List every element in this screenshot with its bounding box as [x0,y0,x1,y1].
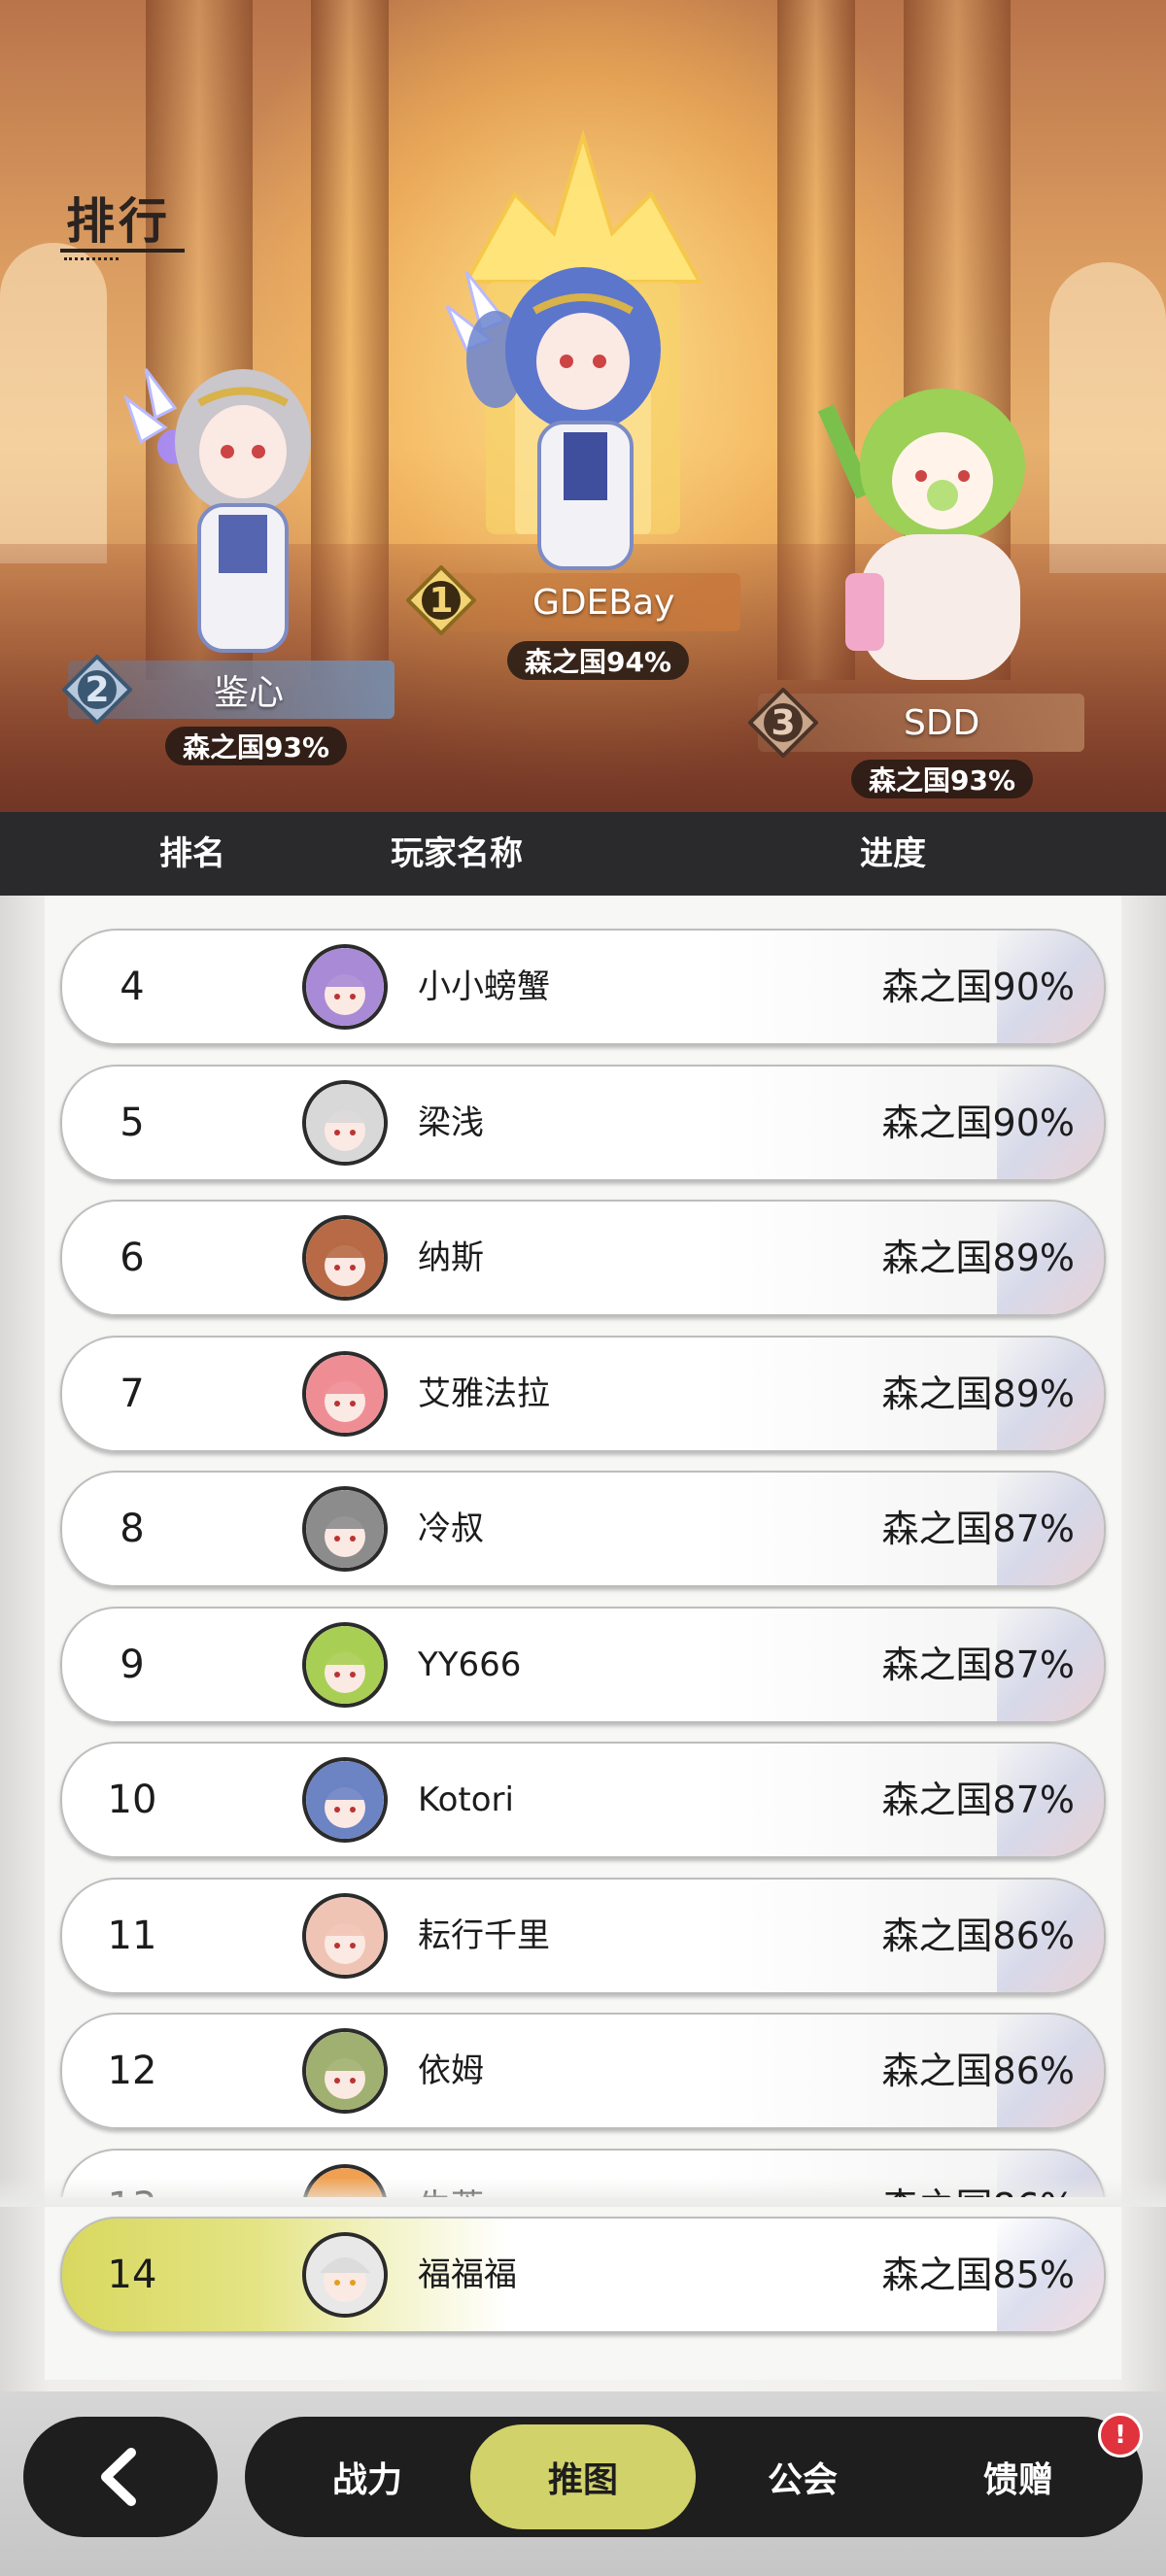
ranking-row[interactable]: 6 纳斯 森之国89% [60,1200,1106,1316]
rank-3-badge-icon: 3 [748,688,818,758]
player-progress: 森之国85% [881,2254,1075,2296]
row-rank: 8 [120,1507,145,1551]
player-progress: 森之国86% [881,1915,1075,1957]
player-progress: 森之国90% [881,966,1075,1008]
ranking-row[interactable]: 11 耘行千里 森之国86% [60,1878,1106,1994]
notification-badge: ! [1098,2413,1143,2457]
player-name: 艾雅法拉 [418,1374,550,1413]
row-rank: 12 [107,2049,157,2093]
player-progress: 森之国89% [881,1373,1075,1415]
player-name: 小小螃蟹 [418,967,550,1006]
ranking-rows-scroll[interactable]: 4 小小螃蟹 森之国90% 5 梁浅 森之国90% 6 纳斯 森之国89% 7 艾雅法拉 森之国89%… [0,896,1166,2197]
player-name: 耘行千里 [418,1916,550,1955]
rank-1-badge-icon: 1 [406,565,476,635]
player-name: 梁浅 [418,1103,484,1142]
tab-guild[interactable]: 公会 [690,2424,915,2529]
podium-banner: 排行 GDEBay 1 森之国94% 鉴心 2 森之国93% SDD 3 森之国… [0,0,1166,812]
player-avatar[interactable] [302,944,388,1030]
player-progress: 森之国86% [882,2151,1075,2197]
ranking-row[interactable]: 12 依姆 森之国86% [60,2013,1106,2129]
rank-1-character[interactable] [437,253,690,573]
player-name: 冷叔 [418,1509,484,1548]
ranking-tabs: 战力 推图 公会 馈赠 [245,2417,1143,2537]
rank-2-name: 鉴心 [214,673,285,713]
own-rank-row[interactable]: 14 福福福 森之国85% [60,2217,1106,2333]
player-name: 福福福 [418,2255,517,2294]
player-avatar[interactable] [302,1486,388,1572]
tab-stage-progress[interactable]: 推图 [470,2424,696,2529]
rank-1-progress: 森之国94% [507,641,690,680]
row-rank: 11 [107,1914,157,1958]
ranking-list[interactable]: 4 小小螃蟹 森之国90% 5 梁浅 森之国90% 6 纳斯 森之国89% 7 艾雅法拉 森之国89%… [0,896,1166,2391]
rank-3-character[interactable] [806,379,1049,690]
title-dots [64,257,119,260]
player-avatar[interactable] [302,1351,388,1437]
column-header-progress: 进度 [860,834,926,873]
column-header-rank: 排名 [159,834,225,873]
player-name: YY666 [418,1645,522,1684]
row-rank: 6 [120,1236,145,1280]
player-name: 纳斯 [418,1238,484,1277]
player-progress: 森之国87% [881,1508,1075,1550]
own-rank-row-wrap: 14 福福福 森之国85% [0,2197,1166,2391]
row-rank: 4 [120,965,145,1009]
player-avatar[interactable] [302,1080,388,1166]
column-header-player-name: 玩家名称 [391,834,523,873]
background-window [0,243,107,563]
player-progress: 森之国86% [881,2050,1075,2092]
rank-2-progress: 森之国93% [165,727,348,765]
rank-2-character[interactable] [107,350,340,661]
back-button[interactable] [23,2417,218,2537]
player-avatar[interactable] [302,1757,388,1843]
ranking-row[interactable]: 4 小小螃蟹 森之国90% [60,929,1106,1045]
ranking-row[interactable]: 10 Kotori 森之国87% [60,1742,1106,1858]
player-avatar[interactable] [302,2028,388,2114]
row-rank: 5 [120,1101,145,1145]
player-progress: 森之国87% [881,1779,1075,1821]
player-avatar[interactable] [302,2232,388,2318]
tab-gifts[interactable]: 馈赠 [906,2424,1131,2529]
row-rank: 10 [107,1778,157,1822]
player-progress: 森之国90% [881,1102,1075,1144]
title-underline [60,249,185,253]
player-avatar[interactable] [302,1215,388,1301]
player-avatar[interactable] [302,1893,388,1979]
tab-power[interactable]: 战力 [255,2424,480,2529]
row-rank: 9 [120,1643,145,1687]
row-rank: 14 [107,2253,157,2297]
ranking-row[interactable]: 9 YY666 森之国87% [60,1607,1106,1723]
row-rank: 7 [120,1372,145,1416]
ranking-row[interactable]: 8 冷叔 森之国87% [60,1471,1106,1587]
rank-2-badge-icon: 2 [62,655,132,725]
background-window [1049,262,1166,573]
back-arrow-icon [101,2448,136,2506]
player-avatar[interactable] [302,1622,388,1708]
player-progress: 森之国89% [881,1237,1075,1279]
rank-3-name: SDD [904,702,980,743]
player-name: Kotori [418,1780,514,1819]
player-progress: 森之国87% [881,1644,1075,1686]
page-title: 排行 [66,193,171,250]
player-name: 依姆 [418,2051,484,2090]
rank-3-progress: 森之国93% [851,760,1034,798]
rank-1-name: GDEBay [532,582,675,623]
ranking-row[interactable]: 5 梁浅 森之国90% [60,1065,1106,1181]
ranking-row[interactable]: 7 艾雅法拉 森之国89% [60,1336,1106,1452]
ranking-table-header: 排名 玩家名称 进度 [0,812,1166,896]
